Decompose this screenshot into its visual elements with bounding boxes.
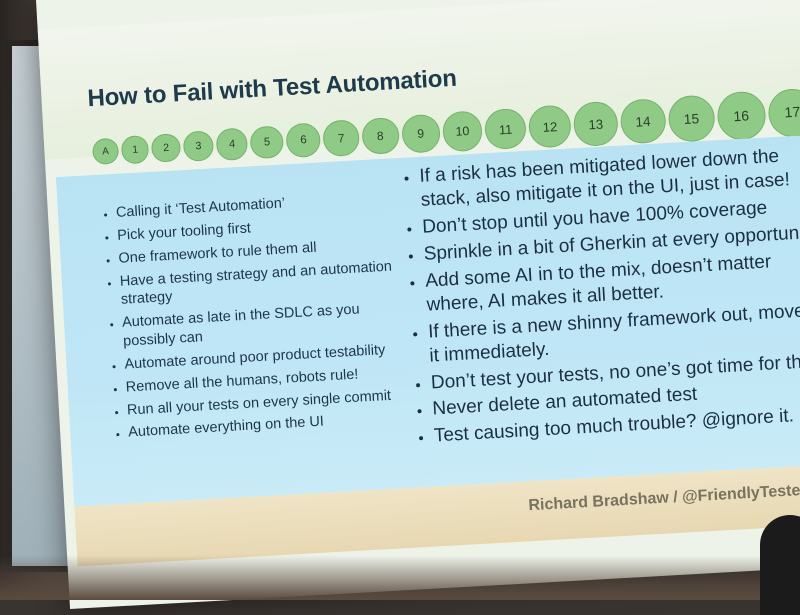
progress-dot-17: 17 xyxy=(766,87,800,139)
room-floor-shade xyxy=(0,555,800,600)
progress-dot-15: 15 xyxy=(667,94,716,143)
audience-head xyxy=(760,515,800,615)
progress-dot-7: 7 xyxy=(322,119,360,157)
progress-dot-9: 9 xyxy=(400,113,441,154)
progress-dot-1: 1 xyxy=(120,135,150,165)
left-bullet-list: Calling it ‘Test Automation’Pick your to… xyxy=(98,188,406,443)
progress-dot-6: 6 xyxy=(285,122,322,159)
progress-dot-14: 14 xyxy=(619,97,667,145)
progress-dot-10: 10 xyxy=(441,110,484,153)
progress-dot-3: 3 xyxy=(182,130,215,162)
progress-dot-12: 12 xyxy=(527,104,573,149)
progress-dot-13: 13 xyxy=(572,100,619,147)
author-credit: Richard Bradshaw / @FriendlyTester xyxy=(528,481,800,515)
progress-dot-2: 2 xyxy=(151,132,182,164)
progress-dot-11: 11 xyxy=(484,107,528,151)
progress-dot-4: 4 xyxy=(215,127,249,161)
projected-slide: How to Fail with Test Automation A123456… xyxy=(36,0,800,610)
progress-dot-8: 8 xyxy=(360,116,400,156)
progress-dot-a: A xyxy=(91,137,120,166)
right-column: If a risk has been mitigated lower down … xyxy=(401,142,800,452)
progress-dot-5: 5 xyxy=(249,125,285,160)
progress-dot-16: 16 xyxy=(716,90,767,141)
right-bullet-list: If a risk has been mitigated lower down … xyxy=(401,142,800,449)
slide-content: Calling it ‘Test Automation’Pick your to… xyxy=(55,134,800,507)
left-column: Calling it ‘Test Automation’Pick your to… xyxy=(98,188,406,447)
